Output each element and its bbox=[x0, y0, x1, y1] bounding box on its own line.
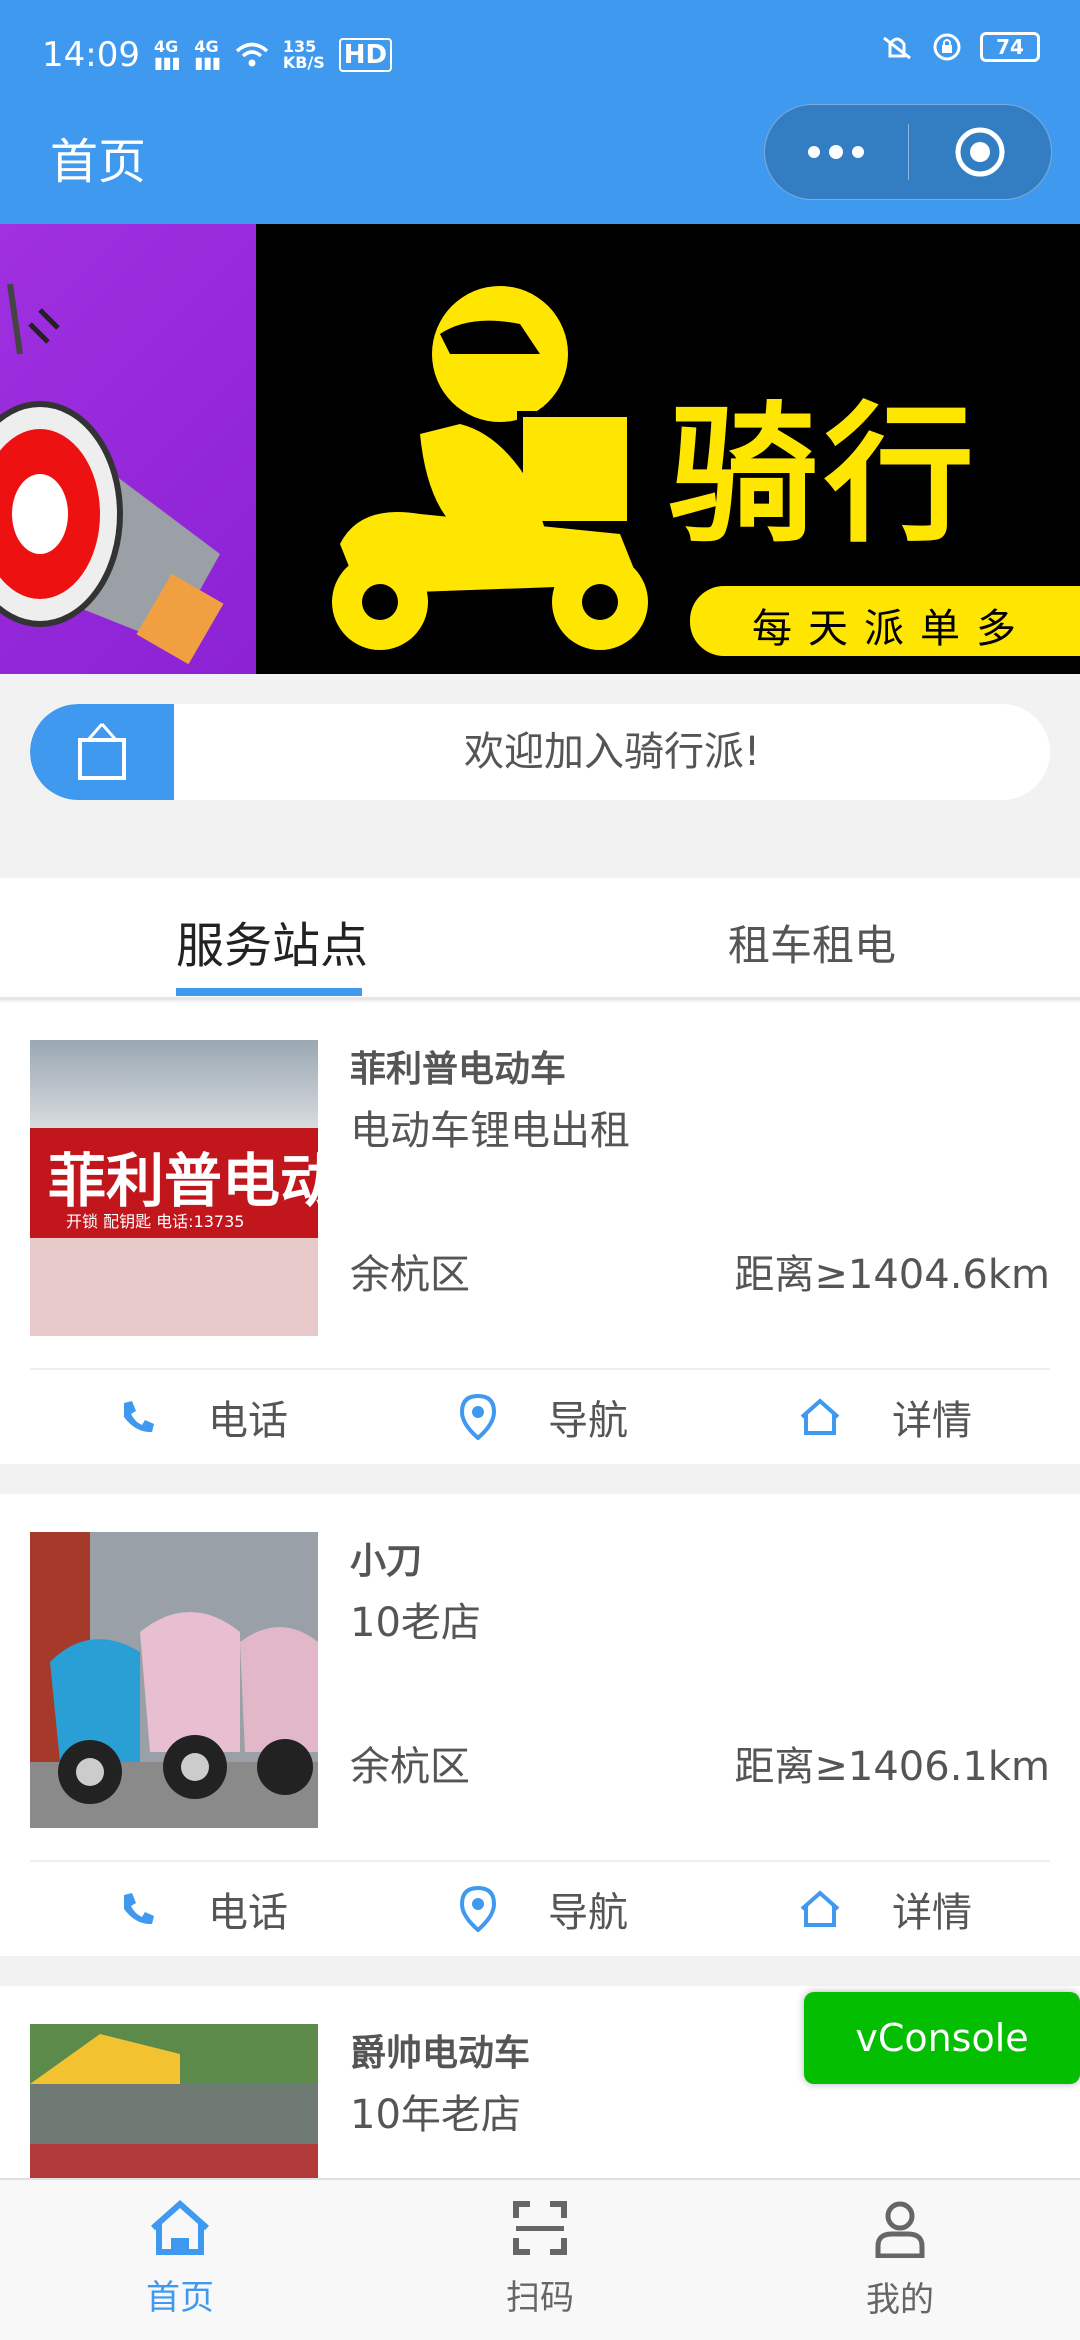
tab-active-indicator bbox=[176, 988, 362, 996]
details-button[interactable]: 详情 bbox=[798, 1880, 972, 1938]
navigate-button[interactable]: 导航 bbox=[458, 1388, 628, 1446]
navigate-button[interactable]: 导航 bbox=[458, 1880, 628, 1938]
call-label: 电话 bbox=[208, 1398, 288, 1444]
phone-icon bbox=[124, 1893, 154, 1925]
card-actions: 电话 导航 详情 bbox=[0, 1370, 1080, 1466]
battery-indicator: 74 bbox=[980, 32, 1040, 62]
station-area: 余杭区 bbox=[350, 1744, 470, 1790]
station-photo bbox=[30, 1532, 318, 1828]
scooters-illustration bbox=[50, 1612, 318, 1804]
scan-icon bbox=[513, 2201, 567, 2255]
nav-home-label: 首页 bbox=[146, 2278, 214, 2318]
signal-1: 4G ▮▮▮ bbox=[153, 37, 181, 72]
navigate-label: 导航 bbox=[548, 1398, 628, 1444]
status-bar-right: 74 bbox=[880, 32, 1040, 62]
nav-profile[interactable]: 我的 bbox=[830, 2200, 970, 2321]
nav-home[interactable]: 首页 bbox=[110, 2200, 250, 2319]
home-icon bbox=[151, 2200, 209, 2255]
more-dots-icon bbox=[808, 145, 865, 159]
banner-title: 骑行 bbox=[668, 389, 981, 563]
target-icon bbox=[955, 127, 1005, 177]
signal-2: 4G ▮▮▮ bbox=[194, 37, 221, 72]
status-time: 14:09 bbox=[42, 35, 140, 75]
net-speed: 135 KB/S bbox=[282, 37, 325, 72]
station-name: 爵帅电动车 bbox=[350, 2033, 531, 2074]
banner-carousel[interactable]: 骑行 每天派单多 bbox=[0, 224, 1080, 674]
notice-icon-area bbox=[30, 704, 174, 800]
station-name: 小刀 bbox=[350, 1541, 423, 1582]
bottom-nav: 首页 扫码 我的 bbox=[0, 2178, 1080, 2340]
details-label: 详情 bbox=[892, 1398, 972, 1444]
station-distance: 距离≥1404.6km bbox=[734, 1252, 1050, 1298]
more-button[interactable] bbox=[765, 104, 908, 200]
station-name: 菲利普电动车 bbox=[350, 1049, 567, 1090]
notice-bar[interactable]: 欢迎加入骑行派! bbox=[30, 704, 1050, 800]
location-pin-icon bbox=[459, 1886, 497, 1932]
station-desc: 10老店 bbox=[350, 1600, 481, 1646]
station-photo bbox=[30, 2024, 318, 2178]
tab-rentals[interactable]: 租车租电 bbox=[728, 912, 896, 973]
vibrate-icon bbox=[883, 36, 911, 60]
details-label: 详情 bbox=[892, 1890, 972, 1936]
card-actions: 电话 导航 详情 bbox=[0, 1862, 1080, 1958]
page-title: 首页 bbox=[50, 134, 147, 190]
location-pin-icon bbox=[459, 1394, 497, 1440]
banner-subtitle: 每天派单多 bbox=[752, 606, 1032, 652]
station-desc: 10年老店 bbox=[350, 2092, 521, 2138]
user-icon bbox=[875, 2201, 925, 2258]
top-bar: 14:09 4G ▮▮▮ 4G ▮▮▮ 135 KB/S HD 74 首页 bbox=[0, 0, 1080, 224]
tent-illustration bbox=[30, 2034, 318, 2178]
vconsole-button[interactable]: vConsole bbox=[804, 1992, 1080, 2084]
navigate-label: 导航 bbox=[548, 1890, 628, 1936]
nav-scan-label: 扫码 bbox=[506, 2278, 574, 2318]
close-miniprogram-button[interactable] bbox=[909, 104, 1052, 200]
station-photo: 菲利普电动 开锁 配钥匙 电话:13735 bbox=[30, 1040, 318, 1336]
station-area: 余杭区 bbox=[350, 1252, 470, 1298]
station-card[interactable]: 菲利普电动 开锁 配钥匙 电话:13735 菲利普电动车 电动车锂电出租 余杭区… bbox=[0, 1002, 1080, 1464]
screen: 14:09 4G ▮▮▮ 4G ▮▮▮ 135 KB/S HD 74 首页 骑行… bbox=[0, 0, 1080, 2340]
tab-service-stations[interactable]: 服务站点 bbox=[176, 906, 368, 976]
house-icon bbox=[800, 1890, 840, 1927]
megaphone-icon bbox=[0, 283, 224, 665]
phone-icon bbox=[124, 1401, 154, 1433]
banner-prev-slide bbox=[0, 224, 256, 674]
station-distance: 距离≥1406.1km bbox=[734, 1744, 1050, 1790]
wifi-icon bbox=[235, 42, 268, 67]
notice-text: 欢迎加入骑行派! bbox=[463, 729, 761, 775]
lock-rotation-icon bbox=[933, 33, 961, 61]
call-label: 电话 bbox=[208, 1890, 288, 1936]
courier-illustration bbox=[332, 286, 648, 650]
signboard-icon bbox=[78, 723, 126, 780]
miniprogram-capsule bbox=[764, 104, 1052, 200]
tab-bar: 服务站点 租车租电 bbox=[0, 878, 1080, 1000]
shop-sign-subtext: 开锁 配钥匙 电话:13735 bbox=[66, 1212, 245, 1231]
call-button[interactable]: 电话 bbox=[118, 1880, 288, 1938]
nav-scan[interactable]: 扫码 bbox=[470, 2200, 610, 2319]
status-bar-left: 14:09 4G ▮▮▮ 4G ▮▮▮ 135 KB/S HD bbox=[42, 30, 393, 80]
station-card[interactable]: 小刀 10老店 余杭区 距离≥1406.1km 电话 导航 详情 bbox=[0, 1494, 1080, 1956]
shop-sign-text: 菲利普电动 bbox=[48, 1147, 318, 1215]
house-icon bbox=[800, 1398, 840, 1435]
hd-badge: HD bbox=[338, 38, 393, 72]
nav-profile-label: 我的 bbox=[866, 2280, 934, 2320]
call-button[interactable]: 电话 bbox=[118, 1388, 288, 1446]
station-desc: 电动车锂电出租 bbox=[350, 1108, 630, 1154]
details-button[interactable]: 详情 bbox=[798, 1388, 972, 1446]
